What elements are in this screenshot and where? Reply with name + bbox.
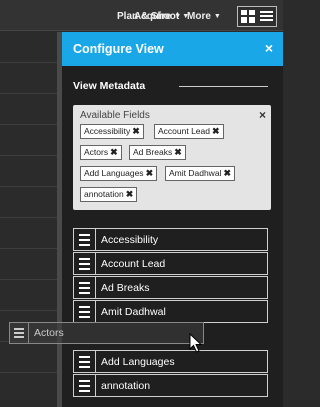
panel-title: Configure View <box>73 42 164 56</box>
top-navigation: Plan & Shoot ▼ More ▼ Acquire ▼ <box>0 0 283 31</box>
remove-icon[interactable]: ✖ <box>110 147 118 157</box>
background-row <box>0 279 57 280</box>
panel-header: Configure View × <box>62 32 283 66</box>
mouse-cursor-icon <box>189 333 203 353</box>
field-chip[interactable]: Amit Dadhwal ✖ <box>165 166 235 181</box>
nav-more[interactable]: More ▼ <box>187 11 221 22</box>
field-row[interactable]: Account Lead <box>73 252 268 275</box>
configure-view-panel: Configure View × View Metadata Available… <box>62 32 283 407</box>
section-divider <box>179 86 268 87</box>
close-icon[interactable]: × <box>259 108 266 122</box>
field-label: Account Lead <box>101 258 166 270</box>
background-row <box>0 248 57 249</box>
field-label: Add Languages <box>101 356 175 368</box>
field-chip[interactable]: annotation ✖ <box>80 187 138 202</box>
chip-label: Ad Breaks <box>133 147 173 157</box>
dragging-field[interactable]: Actors <box>9 322 204 344</box>
background-row <box>0 372 57 373</box>
remove-icon[interactable]: ✖ <box>132 126 140 136</box>
nav-acquire-label: Acquire <box>134 11 172 22</box>
close-icon[interactable]: × <box>265 40 273 56</box>
caret-down-icon: ▼ <box>174 13 182 20</box>
grid-view-icon[interactable] <box>241 10 255 23</box>
background-row <box>0 155 57 156</box>
background-row <box>0 217 57 218</box>
field-row[interactable]: Amit Dadhwal <box>73 300 268 323</box>
chip-label: Account Lead <box>158 126 210 136</box>
field-row[interactable]: Ad Breaks <box>73 276 268 299</box>
nav-more-label: More <box>187 11 211 22</box>
background-list <box>0 32 57 407</box>
field-chip[interactable]: Actors ✖ <box>80 145 122 160</box>
drag-handle-icon[interactable] <box>10 323 29 343</box>
field-chip[interactable]: Account Lead ✖ <box>154 124 224 139</box>
background-row <box>0 93 57 94</box>
remove-icon[interactable]: ✖ <box>174 147 182 157</box>
field-chip[interactable]: Ad Breaks ✖ <box>129 145 186 160</box>
background-row <box>0 124 57 125</box>
remove-icon[interactable]: ✖ <box>212 126 220 136</box>
field-chip[interactable]: Accessibility ✖ <box>80 124 144 139</box>
field-label: Accessibility <box>101 234 159 246</box>
background-row <box>0 62 57 63</box>
caret-down-icon: ▼ <box>213 13 221 20</box>
field-row[interactable]: Add Languages <box>73 350 268 373</box>
drag-handle-icon[interactable] <box>74 253 96 274</box>
list-view-icon[interactable] <box>260 11 273 22</box>
drag-handle-icon[interactable] <box>74 351 96 372</box>
chip-label: Add Languages <box>84 168 144 178</box>
remove-icon[interactable]: ✖ <box>126 189 134 199</box>
background-row <box>0 186 57 187</box>
chip-label: annotation <box>84 189 124 199</box>
field-row[interactable]: annotation <box>73 374 268 397</box>
drag-handle-icon[interactable] <box>74 375 96 396</box>
drag-handle-icon[interactable] <box>74 229 96 250</box>
drag-handle-icon[interactable] <box>74 301 96 322</box>
field-row[interactable]: Accessibility <box>73 228 268 251</box>
chip-label: Accessibility <box>84 126 131 136</box>
remove-icon[interactable]: ✖ <box>223 168 231 178</box>
available-fields-label: Available Fields <box>80 110 150 121</box>
drag-handle-icon[interactable] <box>74 277 96 298</box>
field-chip[interactable]: Add Languages ✖ <box>80 166 158 181</box>
available-fields-box: Available Fields × Accessibility ✖ Accoun… <box>73 105 271 210</box>
field-label: Amit Dadhwal <box>101 306 166 318</box>
nav-acquire-text[interactable]: Acquire ▼ <box>134 11 181 22</box>
field-label: Ad Breaks <box>101 282 150 294</box>
section-title: View Metadata <box>73 80 146 92</box>
field-label: Actors <box>34 327 64 339</box>
background-row <box>0 310 57 311</box>
field-label: annotation <box>101 380 151 392</box>
chip-label: Actors <box>84 147 109 157</box>
chip-label: Amit Dadhwal <box>169 168 222 178</box>
remove-icon[interactable]: ✖ <box>146 168 154 178</box>
view-toggle[interactable] <box>237 6 277 27</box>
